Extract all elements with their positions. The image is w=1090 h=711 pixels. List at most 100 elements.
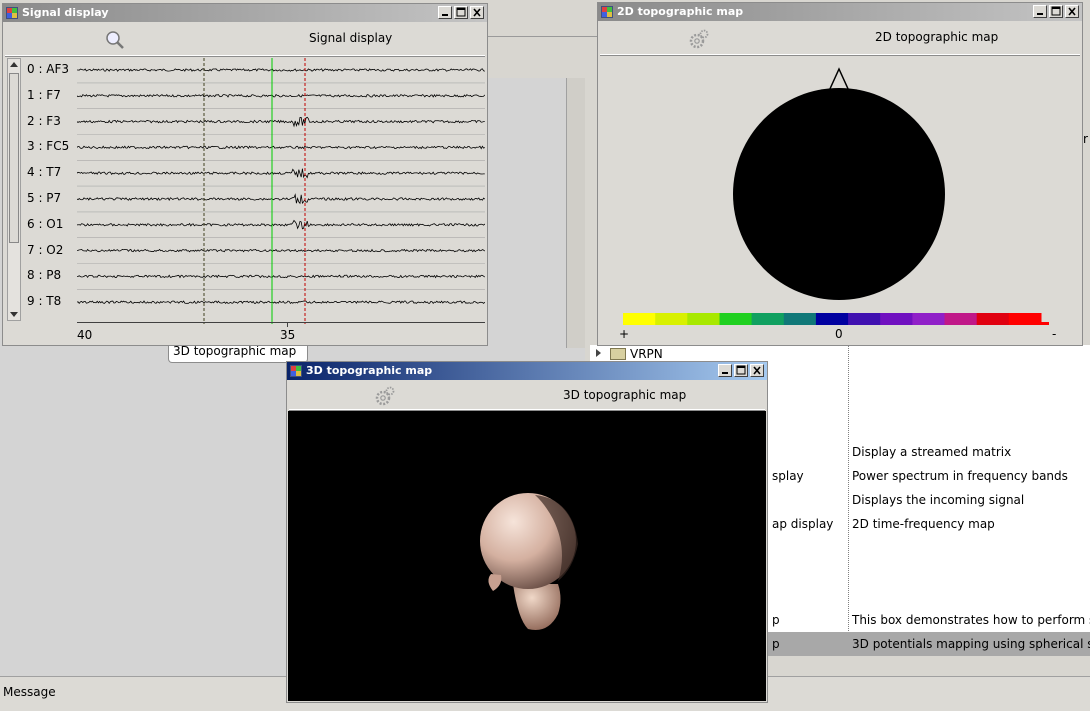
channel-label: 0 : AF3 <box>27 62 70 76</box>
colorbar-segment <box>751 313 785 325</box>
tab-3d-topographic-map[interactable]: 3D topographic map <box>168 343 308 363</box>
channel-label: 7 : O2 <box>27 242 64 257</box>
axis-label-40: 40 <box>77 328 93 342</box>
box-name-cell[interactable]: splay <box>772 469 804 483</box>
signal-trace <box>77 274 485 279</box>
signal-trace <box>77 219 485 230</box>
colorbar-segment <box>912 313 946 325</box>
window-buttons <box>718 364 764 377</box>
colorbar-segment <box>783 313 817 325</box>
gear-icon[interactable] <box>374 385 396 407</box>
channel-label: 8 : P8 <box>27 268 62 283</box>
colorbar-segment <box>848 313 881 325</box>
scale-minus: - <box>1052 327 1057 341</box>
topo2d-window[interactable]: 2D topographic map 2D topographic map + … <box>597 2 1083 346</box>
window-title: Signal display <box>22 6 109 19</box>
signal-plot[interactable] <box>77 58 485 324</box>
channel-label: 5 : P7 <box>27 191 62 205</box>
colorbar-segment <box>880 313 913 325</box>
colorbar-segment <box>655 313 688 325</box>
window-buttons <box>1033 5 1079 18</box>
maximize-button[interactable] <box>734 364 748 377</box>
colorbar <box>623 313 1049 325</box>
axis-tick <box>287 323 288 327</box>
signal-display-window[interactable]: Signal display Signal display 0 : AF3 1 :… <box>2 3 488 346</box>
box-description-cell[interactable]: Power spectrum in frequency bands <box>852 469 1068 483</box>
scroll-down-arrow[interactable] <box>10 312 18 317</box>
colorbar-segment <box>623 313 656 325</box>
zoom-icon[interactable] <box>105 30 125 50</box>
signal-trace <box>77 168 485 179</box>
head-map[interactable] <box>728 63 958 303</box>
signal-trace <box>77 300 485 305</box>
close-button[interactable] <box>470 6 484 19</box>
signal-trace <box>77 145 485 150</box>
maximize-button[interactable] <box>1049 5 1063 18</box>
maximize-button[interactable] <box>454 6 468 19</box>
signal-trace <box>77 193 485 205</box>
folder-icon <box>610 348 626 360</box>
app-icon <box>601 6 613 18</box>
box-description-cell[interactable]: Displays the incoming signal <box>852 493 1024 507</box>
colorbar-segment <box>815 313 849 325</box>
minimize-button[interactable] <box>1033 5 1047 18</box>
box-description-cell[interactable]: 3D potentials mapping using spherical sp… <box>852 637 1090 651</box>
channel-label: 1 : F7 <box>27 87 61 102</box>
signal-scrollbar[interactable] <box>7 58 21 321</box>
message-label: Message <box>3 685 56 699</box>
top-divider <box>485 36 600 37</box>
left-list-scroll[interactable] <box>566 78 585 348</box>
channel-label: 4 : T7 <box>27 165 62 180</box>
close-button[interactable] <box>750 364 764 377</box>
gear-icon[interactable] <box>688 28 710 50</box>
box-name-cell[interactable]: ap display <box>772 517 833 531</box>
tree-item-vrpn[interactable]: VRPN <box>630 347 663 361</box>
minimize-button[interactable] <box>438 6 452 19</box>
colorbar-tail <box>1041 322 1049 325</box>
nose-marker <box>827 67 851 92</box>
box-name-cell[interactable]: p <box>772 613 780 627</box>
colorbar-segment <box>976 313 1010 325</box>
tab-label: 3D topographic map <box>173 344 297 358</box>
close-button[interactable] <box>1065 5 1079 18</box>
toolbar-label: Signal display <box>309 31 393 45</box>
scale-plus: + <box>619 327 630 341</box>
time-axis: 40 35 <box>77 322 485 343</box>
window-title: 2D topographic map <box>617 5 744 18</box>
topo2d-toolbar: 2D topographic map <box>600 22 1080 55</box>
scale-zero: 0 <box>835 327 843 341</box>
scroll-up-arrow[interactable] <box>10 62 18 67</box>
app-icon <box>6 7 18 19</box>
topo3d-window[interactable]: 3D topographic map 3D topographic map <box>286 361 768 703</box>
3d-head-render <box>480 493 578 630</box>
signal-trace <box>77 116 485 128</box>
stray-text: r <box>1083 132 1088 146</box>
channel-label: 3 : FC5 <box>27 139 70 154</box>
tree-expander[interactable] <box>596 349 601 357</box>
channel-label: 6 : O1 <box>27 216 64 231</box>
colorbar-segment <box>944 313 978 325</box>
channel-label: 9 : T8 <box>27 294 62 309</box>
window-buttons <box>438 6 484 19</box>
signal-display-titlebar[interactable]: Signal display <box>3 4 487 22</box>
3d-viewport[interactable] <box>288 411 766 701</box>
toolbar-label: 3D topographic map <box>563 388 687 402</box>
channel-label: 2 : F3 <box>27 113 61 128</box>
box-description-cell[interactable]: Display a streamed matrix <box>852 445 1011 459</box>
colorbar-segment <box>1008 313 1042 325</box>
box-description-cell[interactable]: This box demonstrates how to perform sp <box>852 613 1090 627</box>
axis-label-35: 35 <box>280 328 296 342</box>
topo3d-toolbar: 3D topographic map <box>289 381 765 410</box>
colorbar-segment <box>687 313 720 325</box>
topo2d-titlebar[interactable]: 2D topographic map <box>598 3 1082 21</box>
box-description-cell[interactable]: 2D time-frequency map <box>852 517 995 531</box>
app-icon <box>290 365 302 377</box>
box-name-cell[interactable]: p <box>772 637 780 651</box>
signal-trace <box>77 248 485 253</box>
scroll-thumb[interactable] <box>9 73 19 243</box>
column-divider <box>848 345 849 655</box>
minimize-button[interactable] <box>718 364 732 377</box>
signal-toolbar: Signal display <box>5 23 485 56</box>
colorbar-segment <box>719 313 753 325</box>
topo3d-titlebar[interactable]: 3D topographic map <box>287 362 767 380</box>
